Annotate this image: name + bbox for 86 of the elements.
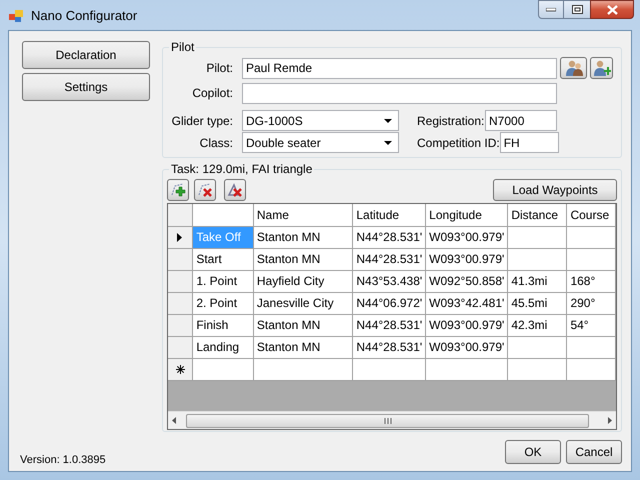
table-cell: 45.5mi	[508, 292, 567, 314]
competition-id-field[interactable]: FH	[500, 132, 559, 153]
add-point-icon	[170, 182, 186, 198]
table-cell: Stanton MN	[253, 248, 353, 270]
pilot-field[interactable]: Paul Remde	[242, 58, 557, 78]
new-row-header[interactable]	[168, 358, 193, 380]
table-cell: 168°	[566, 270, 616, 292]
table-cell: N44°28.531'	[352, 314, 426, 336]
window-title: Nano Configurator	[31, 7, 138, 25]
delete-point-icon	[197, 182, 213, 198]
maximize-icon	[572, 5, 582, 14]
table-cell: N43°53.438'	[352, 270, 426, 292]
load-waypoints-button[interactable]: Load Waypoints	[493, 178, 617, 200]
dropdown-arrow-icon	[384, 140, 392, 144]
field-label: Pilot:	[205, 60, 233, 77]
clear-task-icon	[227, 182, 243, 198]
add-point-button[interactable]	[167, 178, 189, 200]
dropdown-arrow-icon	[384, 118, 392, 122]
class-dropdown[interactable]: Double seater	[242, 132, 399, 153]
dialog-button[interactable]: OK	[505, 440, 561, 464]
minimize-button[interactable]	[538, 0, 564, 19]
group-title: Task: 129.0mi, FAI triangle	[170, 161, 314, 178]
dialog-button[interactable]: Cancel	[566, 440, 622, 464]
table-cell: W093°00.979'	[426, 226, 508, 248]
table-cell: N44°28.531'	[352, 336, 426, 358]
horizontal-scrollbar[interactable]	[168, 411, 616, 429]
close-icon	[606, 4, 618, 14]
select-pilot-button[interactable]	[560, 57, 587, 79]
table-cell: 2. Point	[192, 292, 254, 314]
clear-task-button[interactable]	[224, 178, 246, 200]
field-label: Class:	[198, 134, 233, 152]
table-cell: Start	[192, 248, 254, 270]
table-cell: Stanton MN	[253, 226, 353, 248]
table-cell: 1. Point	[192, 270, 254, 292]
table-cell: 290°	[566, 292, 616, 314]
scroll-left-icon	[172, 417, 176, 424]
minimize-icon	[546, 8, 556, 12]
copilot-field[interactable]	[242, 82, 557, 104]
close-button[interactable]	[590, 0, 634, 19]
new-row-icon	[176, 364, 185, 374]
sidebar-button[interactable]: Settings	[22, 73, 150, 101]
people-icon	[564, 59, 582, 77]
column-header[interactable]: Latitude	[352, 204, 426, 226]
table-cell: W093°00.979'	[426, 314, 508, 336]
table-cell: N44°06.972'	[352, 292, 426, 314]
maximize-button[interactable]	[564, 0, 590, 19]
table-cell: 54°	[566, 314, 616, 336]
table-cell: W093°00.979'	[426, 248, 508, 270]
add-pilot-button[interactable]	[590, 57, 613, 79]
column-header[interactable]: Course	[566, 204, 616, 226]
table-cell	[508, 226, 567, 248]
column-header[interactable]: Name	[253, 204, 353, 226]
table-cell	[508, 248, 567, 270]
scroll-right-icon	[608, 417, 612, 424]
glider-type-dropdown[interactable]: DG-1000S	[242, 110, 399, 131]
table-cell: Stanton MN	[253, 336, 353, 358]
table-cell: Finish	[192, 314, 254, 336]
group-title: Pilot	[170, 39, 196, 56]
current-row-icon	[177, 232, 182, 242]
table-cell: Hayfield City	[253, 270, 353, 292]
table-cell: 42.3mi	[508, 314, 567, 336]
app-icon	[9, 10, 23, 22]
table-cell: Take Off	[192, 226, 254, 248]
column-header[interactable]: Longitude	[426, 204, 508, 226]
field-label: Glider type:	[171, 112, 233, 130]
sidebar-button[interactable]: Declaration	[22, 41, 150, 69]
scrollbar-thumb[interactable]	[186, 414, 589, 428]
table-cell: Stanton MN	[253, 314, 353, 336]
row-header[interactable]	[168, 226, 193, 248]
table-cell: Landing	[192, 336, 254, 358]
field-label: Competition ID:	[417, 134, 500, 152]
table-cell: W093°00.979'	[426, 336, 508, 358]
field-label: Copilot:	[191, 85, 233, 102]
add-person-icon	[592, 59, 610, 77]
table-cell: N44°28.531'	[352, 226, 426, 248]
table-cell: 41.3mi	[508, 270, 567, 292]
table-cell: W093°42.481'	[426, 292, 508, 314]
table-cell: Janesville City	[253, 292, 353, 314]
column-header[interactable]: Distance	[508, 204, 567, 226]
field-label: Registration:	[417, 112, 484, 130]
grip-icon	[384, 418, 392, 424]
table-cell: W092°50.858'	[426, 270, 508, 292]
delete-point-button[interactable]	[194, 178, 216, 200]
registration-field[interactable]: N7000	[485, 110, 557, 131]
table-cell: N44°28.531'	[352, 248, 426, 270]
version-label: Version: 1.0.3895	[20, 452, 106, 468]
